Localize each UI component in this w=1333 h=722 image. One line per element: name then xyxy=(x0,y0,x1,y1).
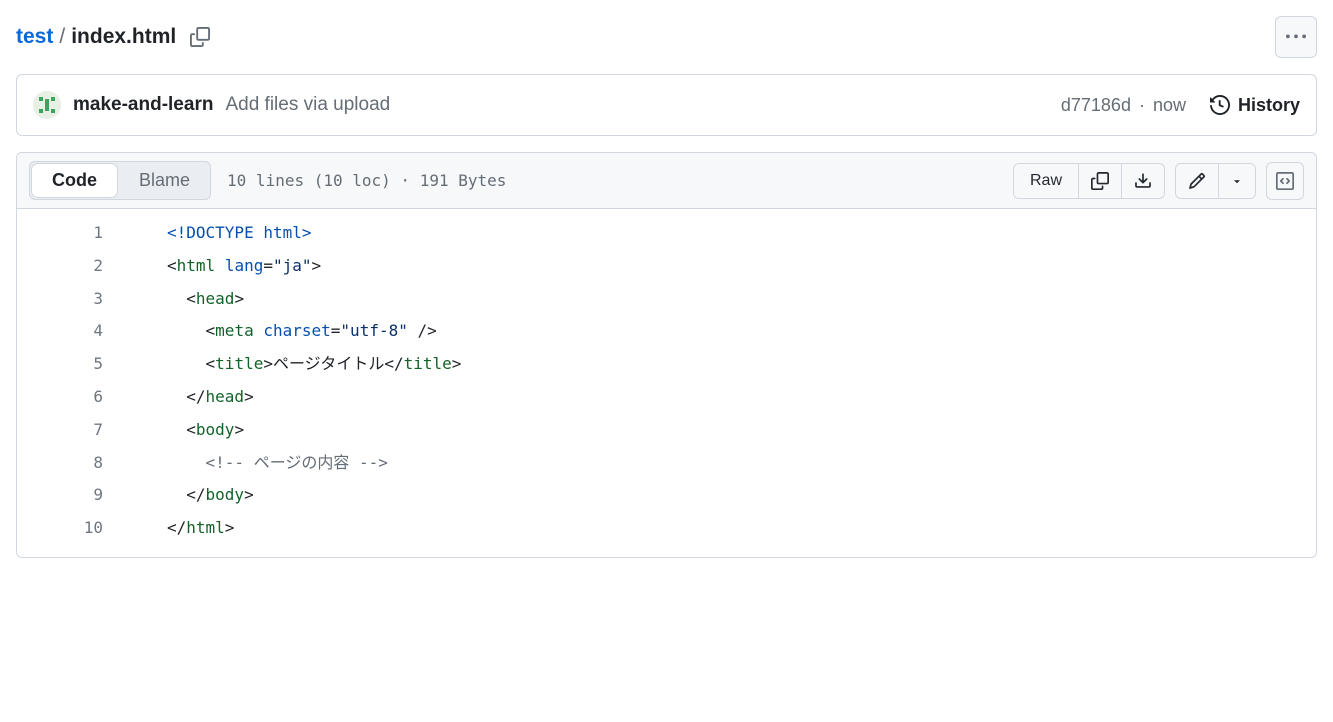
line-number[interactable]: 6 xyxy=(17,381,127,414)
code-line: 4 <meta charset="utf-8" /> xyxy=(17,315,1316,348)
tab-code[interactable]: Code xyxy=(32,164,117,197)
file-header: Code Blame 10 lines (10 loc) · 191 Bytes… xyxy=(17,153,1316,209)
line-number[interactable]: 1 xyxy=(17,217,127,250)
commit-dot: · xyxy=(1139,95,1145,116)
history-icon xyxy=(1210,95,1230,115)
history-label: History xyxy=(1238,95,1300,116)
code-line: 6 </head> xyxy=(17,381,1316,414)
commit-author[interactable]: make-and-learn xyxy=(73,94,213,116)
symbols-icon xyxy=(1276,172,1294,190)
line-content[interactable]: <meta charset="utf-8" /> xyxy=(127,315,437,348)
commit-hash[interactable]: d77186d xyxy=(1061,95,1131,116)
copy-icon xyxy=(1091,172,1109,190)
line-number[interactable]: 10 xyxy=(17,512,127,545)
pencil-icon xyxy=(1188,172,1206,190)
commit-time: now xyxy=(1153,95,1186,116)
code-line: 8 <!-- ページの内容 --> xyxy=(17,447,1316,480)
copy-path-icon[interactable] xyxy=(186,23,214,51)
code-line: 9 </body> xyxy=(17,479,1316,512)
commit-right: d77186d · now History xyxy=(1061,95,1300,116)
code-area: 1<!DOCTYPE html>2<html lang="ja">3 <head… xyxy=(17,209,1316,557)
latest-commit-box: make-and-learn Add files via upload d771… xyxy=(16,74,1317,136)
tab-blame[interactable]: Blame xyxy=(119,162,210,199)
line-content[interactable]: <head> xyxy=(127,283,244,316)
line-number[interactable]: 5 xyxy=(17,348,127,381)
code-line: 3 <head> xyxy=(17,283,1316,316)
line-number[interactable]: 2 xyxy=(17,250,127,283)
line-content[interactable]: <!-- ページの内容 --> xyxy=(127,447,388,480)
line-number[interactable]: 9 xyxy=(17,479,127,512)
code-line: 7 <body> xyxy=(17,414,1316,447)
line-number[interactable]: 4 xyxy=(17,315,127,348)
line-content[interactable]: </body> xyxy=(127,479,254,512)
copy-raw-button[interactable] xyxy=(1079,164,1122,198)
file-info: 10 lines (10 loc) · 191 Bytes xyxy=(227,171,506,190)
breadcrumb-dir-link[interactable]: test xyxy=(16,25,53,49)
edit-dropdown-button[interactable] xyxy=(1219,164,1255,198)
edit-button-group xyxy=(1175,163,1256,199)
file-header-right: Raw xyxy=(1013,162,1304,200)
breadcrumb-row: test / index.html xyxy=(16,16,1317,58)
code-line: 5 <title>ページタイトル</title> xyxy=(17,348,1316,381)
breadcrumb-file: index.html xyxy=(71,25,176,49)
raw-button[interactable]: Raw xyxy=(1014,164,1079,198)
commit-message[interactable]: Add files via upload xyxy=(225,94,390,116)
more-options-button[interactable] xyxy=(1275,16,1317,58)
code-blame-tabs: Code Blame xyxy=(29,161,211,200)
avatar[interactable] xyxy=(33,91,61,119)
file-viewer: Code Blame 10 lines (10 loc) · 191 Bytes… xyxy=(16,152,1317,558)
line-content[interactable]: </html> xyxy=(127,512,234,545)
line-content[interactable]: </head> xyxy=(127,381,254,414)
breadcrumb: test / index.html xyxy=(16,23,214,51)
edit-button[interactable] xyxy=(1176,164,1219,198)
line-content[interactable]: <title>ページタイトル</title> xyxy=(127,348,461,381)
line-number[interactable]: 3 xyxy=(17,283,127,316)
history-link[interactable]: History xyxy=(1210,95,1300,116)
breadcrumb-separator: / xyxy=(59,25,65,49)
commit-left: make-and-learn Add files via upload xyxy=(33,91,390,119)
code-line: 1<!DOCTYPE html> xyxy=(17,217,1316,250)
raw-button-group: Raw xyxy=(1013,163,1165,199)
code-line: 10</html> xyxy=(17,512,1316,545)
line-number[interactable]: 7 xyxy=(17,414,127,447)
line-content[interactable]: <!DOCTYPE html> xyxy=(127,217,312,250)
download-button[interactable] xyxy=(1122,164,1164,198)
symbols-button[interactable] xyxy=(1266,162,1304,200)
line-content[interactable]: <html lang="ja"> xyxy=(127,250,321,283)
caret-down-icon xyxy=(1231,175,1243,187)
download-icon xyxy=(1134,172,1152,190)
line-content[interactable]: <body> xyxy=(127,414,244,447)
line-number[interactable]: 8 xyxy=(17,447,127,480)
code-line: 2<html lang="ja"> xyxy=(17,250,1316,283)
file-header-left: Code Blame 10 lines (10 loc) · 191 Bytes xyxy=(29,161,506,200)
